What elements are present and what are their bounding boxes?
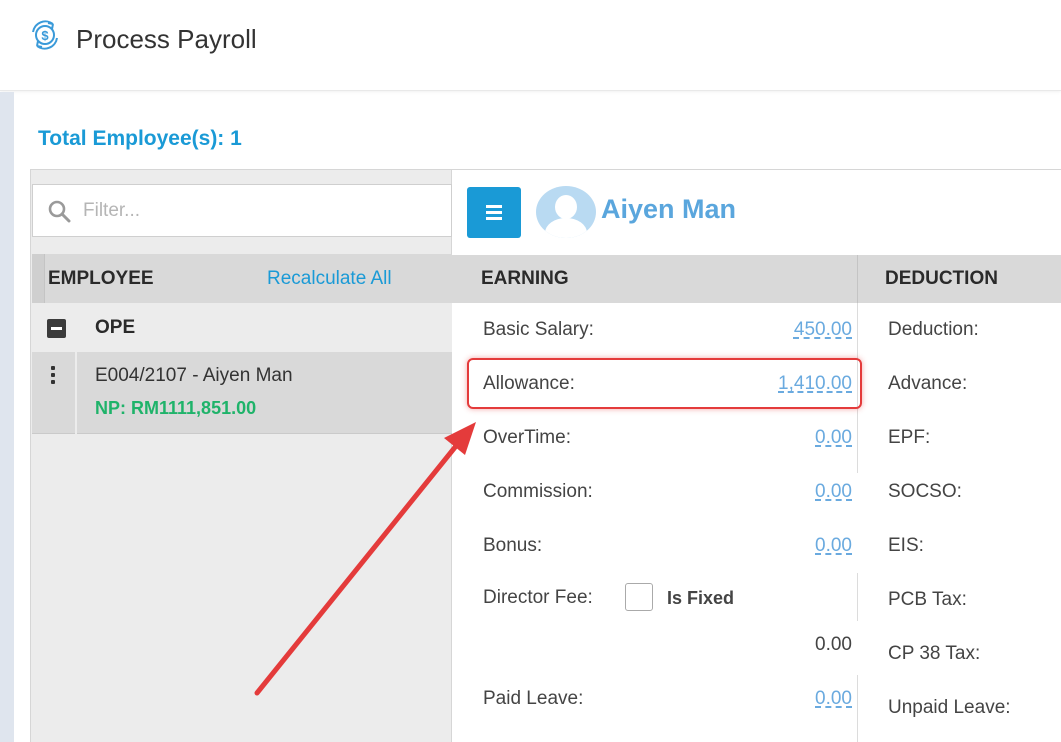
svg-text:$: $ xyxy=(41,28,49,43)
avatar xyxy=(536,186,596,238)
payroll-panel: EMPLOYEE Recalculate All OPE E004/2107 -… xyxy=(30,169,1061,742)
unpaid-leave-label: Unpaid Leave: xyxy=(888,697,1011,718)
section-header: EARNING DEDUCTION xyxy=(452,255,1061,303)
socso-label: SOCSO: xyxy=(888,481,962,502)
paid-leave-label: Paid Leave: xyxy=(483,688,584,709)
is-fixed-checkbox[interactable] xyxy=(625,583,653,611)
recalculate-all-button[interactable]: Recalculate All xyxy=(267,268,392,290)
selected-employee-name: Aiyen Man xyxy=(601,194,737,224)
search-icon xyxy=(48,200,71,223)
group-name: OPE xyxy=(95,317,136,338)
bonus-label: Bonus: xyxy=(483,535,543,556)
filter-box xyxy=(32,184,452,237)
employee-net-pay: NP: RM1111,851.00 xyxy=(95,398,257,418)
filter-input[interactable] xyxy=(83,195,433,227)
employee-list-column: EMPLOYEE Recalculate All OPE E004/2107 -… xyxy=(31,170,452,742)
basic-salary-value[interactable]: 450.00 xyxy=(732,319,852,341)
director-fee-label: Director Fee: xyxy=(483,587,593,608)
earning-header: EARNING xyxy=(481,268,569,289)
payroll-cycle-icon: $ xyxy=(32,20,58,50)
sidebar-strip xyxy=(0,92,14,742)
group-row[interactable]: OPE xyxy=(32,303,452,352)
overtime-label: OverTime: xyxy=(483,427,571,448)
highlight-box xyxy=(467,358,862,409)
deduction-label: Deduction: xyxy=(888,319,979,340)
basic-salary-label: Basic Salary: xyxy=(483,319,594,340)
overtime-value[interactable]: 0.00 xyxy=(732,427,852,449)
employee-row[interactable]: E004/2107 - Aiyen Man NP: RM1111,851.00 xyxy=(32,352,452,434)
epf-label: EPF: xyxy=(888,427,931,448)
row-divider xyxy=(75,352,77,434)
is-fixed-label: Is Fixed xyxy=(667,588,735,608)
employee-name: E004/2107 - Aiyen Man xyxy=(95,365,293,386)
collapse-icon[interactable] xyxy=(47,319,66,338)
advance-label: Advance: xyxy=(888,373,968,394)
page-title: Process Payroll xyxy=(76,24,257,54)
paid-leave-value[interactable]: 0.00 xyxy=(732,688,852,710)
employee-detail: Aiyen Man EARNING DEDUCTION Basic Salary… xyxy=(452,170,1061,742)
kebab-menu-icon[interactable] xyxy=(46,366,60,390)
commission-value[interactable]: 0.00 xyxy=(732,481,852,503)
menu-button[interactable] xyxy=(467,187,521,238)
deduction-header: DEDUCTION xyxy=(885,268,998,289)
commission-label: Commission: xyxy=(483,481,593,502)
total-employees-label: Total Employee(s): 1 xyxy=(38,127,242,150)
pcb-tax-label: PCB Tax: xyxy=(888,589,967,610)
director-fee-value[interactable]: 0.00 xyxy=(732,634,852,656)
eis-label: EIS: xyxy=(888,535,924,556)
cp38-tax-label: CP 38 Tax: xyxy=(888,643,981,664)
employee-column-label: EMPLOYEE xyxy=(48,268,154,289)
employee-list-header: EMPLOYEE Recalculate All xyxy=(32,254,452,303)
header-bar xyxy=(32,254,45,303)
bonus-value[interactable]: 0.00 xyxy=(732,535,852,557)
page-header: $ Process Payroll xyxy=(0,0,1061,91)
